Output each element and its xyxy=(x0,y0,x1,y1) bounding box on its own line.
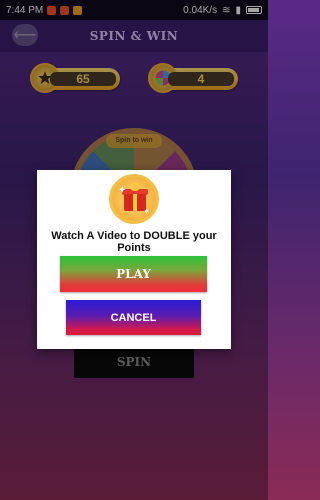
play-button[interactable]: PLAY xyxy=(60,256,207,292)
gift-icon: ✦ ✦ xyxy=(109,174,159,224)
dialog-message: Watch A Video to DOUBLE your Points xyxy=(51,230,217,254)
double-points-dialog: ✦ ✦ Watch A Video to DOUBLE your Points … xyxy=(37,170,231,349)
cancel-button[interactable]: CANCEL xyxy=(66,300,201,335)
